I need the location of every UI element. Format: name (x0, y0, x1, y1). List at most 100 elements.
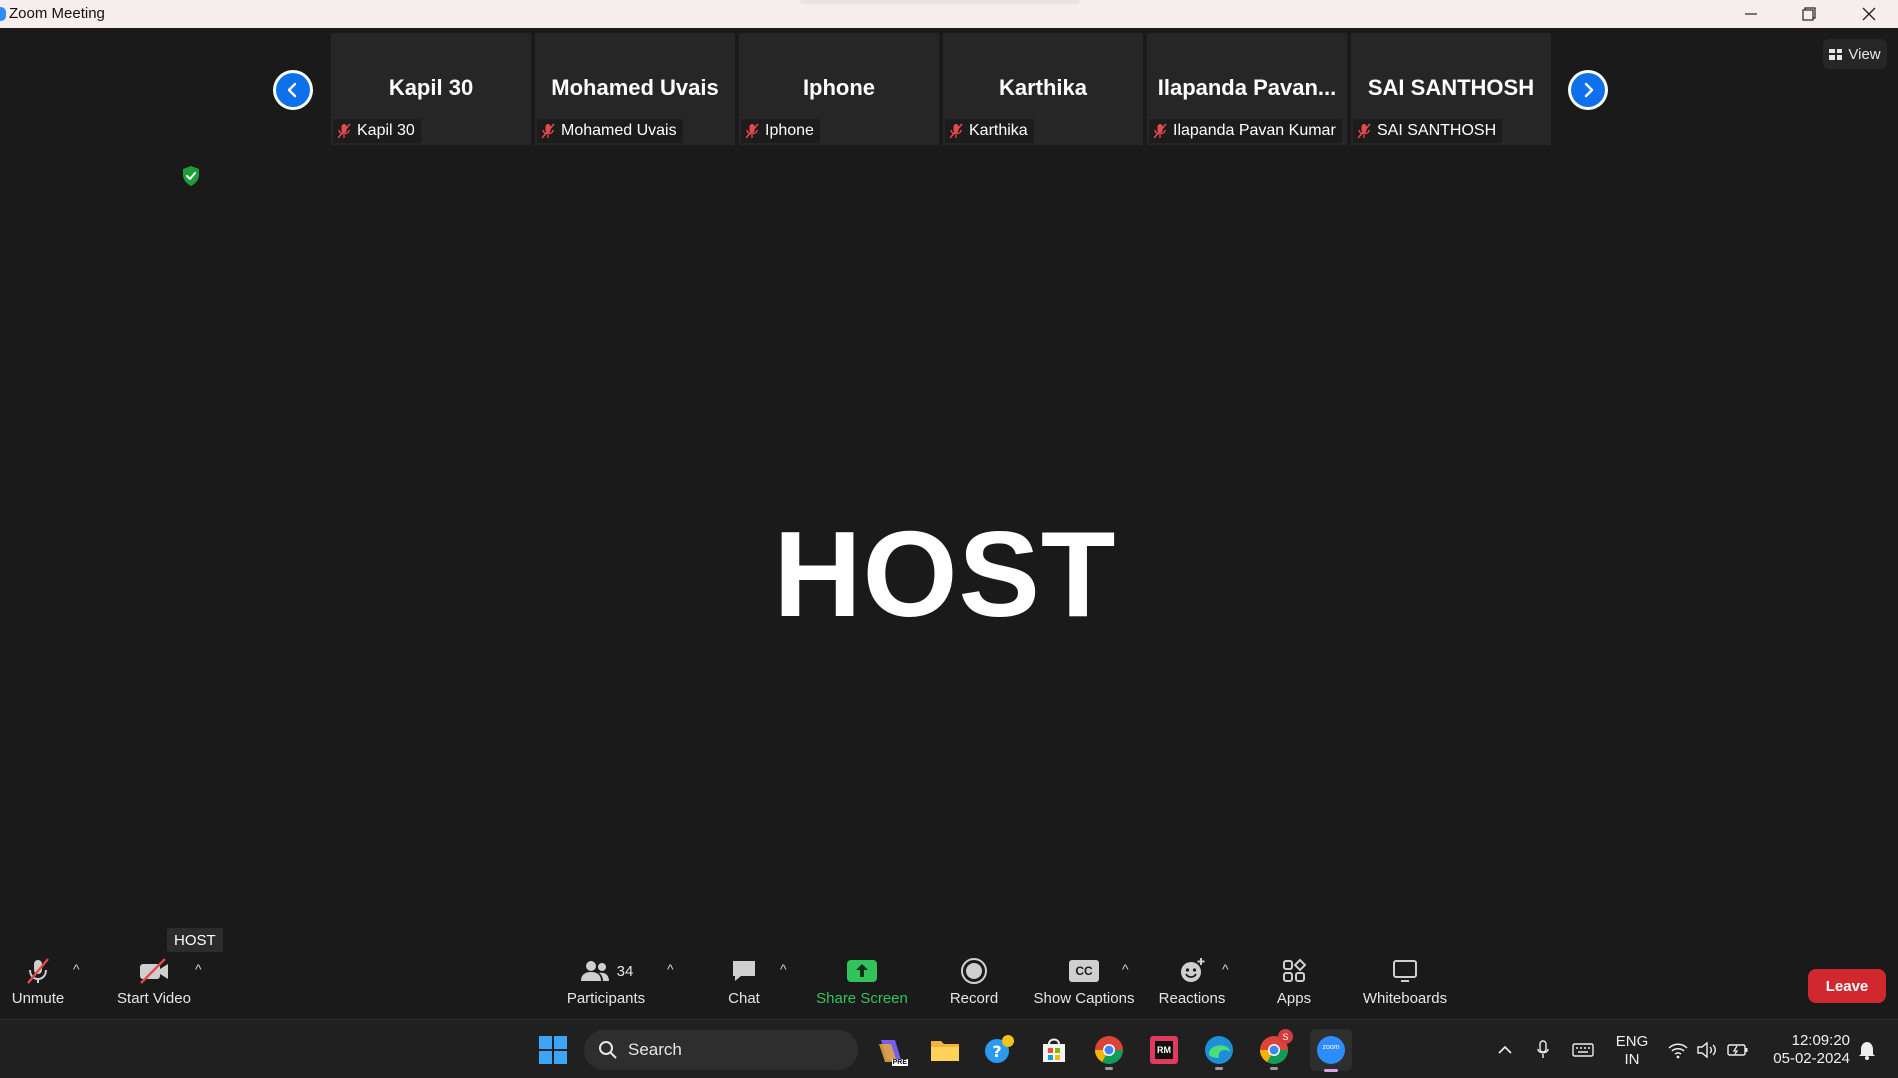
previous-page-button[interactable] (273, 70, 313, 110)
close-icon (1862, 7, 1876, 21)
chrome-icon (1095, 1036, 1123, 1064)
whiteboards-label: Whiteboards (1362, 990, 1448, 1007)
folder-icon (931, 1041, 959, 1061)
store-icon (1043, 1038, 1065, 1062)
participant-display-name: Kapil 30 (388, 75, 474, 100)
edge-taskbar-icon[interactable] (1200, 1031, 1238, 1070)
record-button[interactable]: Record (944, 953, 1004, 1019)
start-button[interactable] (534, 1031, 572, 1069)
search-placeholder: Search (628, 1040, 682, 1059)
whiteboards-button[interactable]: Whiteboards (1356, 953, 1454, 1019)
participant-label-text: Ilapanda Pavan Kumar (1173, 122, 1336, 139)
participant-count: 34 (616, 962, 634, 980)
chat-bubble-icon (733, 961, 755, 981)
notifications-button[interactable] (1856, 1039, 1878, 1061)
battery-charging-icon (1727, 1044, 1748, 1056)
encryption-shield-icon[interactable] (181, 165, 201, 187)
participant-display-name: SAI SANTHOSH (1367, 75, 1535, 100)
leave-button[interactable]: Leave (1808, 969, 1886, 1003)
muted-microphone-icon (1357, 123, 1371, 139)
captions-options-caret[interactable]: ^ (1122, 961, 1129, 977)
get-help-taskbar-icon[interactable]: ? (980, 1031, 1018, 1069)
participants-options-caret[interactable]: ^ (667, 961, 674, 977)
participant-label-text: Kapil 30 (357, 122, 415, 139)
participant-tile[interactable]: SAI SANTHOSH SAI SANTHOSH (1351, 33, 1551, 145)
minimize-button[interactable] (1722, 0, 1780, 28)
start-video-button[interactable]: Start Video (114, 953, 194, 1019)
clock-time: 12:09:20 (1791, 1032, 1850, 1049)
participant-tile[interactable]: Ilapanda Pavan... Ilapanda Pavan Kumar (1147, 33, 1347, 145)
taskbar-search[interactable]: Search (584, 1030, 858, 1070)
svg-text:?: ? (992, 1042, 1001, 1061)
zoom-taskbar-icon[interactable]: zoom (1310, 1029, 1352, 1072)
view-button[interactable]: View (1823, 39, 1887, 69)
chevron-left-icon (287, 82, 297, 98)
input-language-indicator[interactable]: ENG IN (1612, 1033, 1652, 1069)
share-screen-button[interactable]: Share Screen (812, 953, 912, 1019)
close-button[interactable] (1840, 0, 1898, 28)
meeting-stage: View Kapil 30 Kapil 30 Mohamed Uvais Mohame… (0, 28, 1898, 953)
participant-label-text: SAI SANTHOSH (1377, 122, 1497, 139)
rubymine-taskbar-icon[interactable]: RM (1145, 1031, 1183, 1069)
view-button-label: View (1848, 45, 1881, 63)
active-speaker-name: HOST (773, 506, 1117, 642)
wifi-tray-button[interactable] (1667, 1039, 1689, 1061)
audio-options-caret[interactable]: ^ (73, 961, 80, 977)
restore-button[interactable] (1780, 0, 1838, 28)
microphone-tray-button[interactable] (1532, 1039, 1554, 1061)
participant-name-label: Iphone (741, 119, 820, 143)
touch-keyboard-button[interactable] (1572, 1039, 1594, 1061)
participant-name-label: Mohamed Uvais (537, 119, 683, 143)
clock[interactable]: 12:09:20 05-02-2024 (1764, 1032, 1850, 1068)
participant-tile[interactable]: Iphone Iphone (739, 33, 939, 145)
window-title: Zoom Meeting (9, 5, 105, 22)
participants-button[interactable]: 34 Participants (563, 953, 649, 1019)
video-options-caret[interactable]: ^ (195, 961, 202, 977)
apps-button[interactable]: Apps (1264, 953, 1324, 1019)
participants-icon (580, 961, 609, 981)
window-titlebar: Zoom Meeting (0, 0, 1898, 28)
unmute-button[interactable]: Unmute (8, 953, 68, 1019)
rubymine-badge: RM (1157, 1045, 1171, 1055)
share-screen-icon (847, 960, 877, 982)
chevron-right-icon (1584, 82, 1594, 98)
file-explorer-taskbar-icon[interactable] (926, 1031, 964, 1069)
edge-icon (1205, 1036, 1233, 1064)
microsoft-store-taskbar-icon[interactable] (1035, 1031, 1073, 1069)
chat-options-caret[interactable]: ^ (780, 961, 787, 977)
clock-date: 05-02-2024 (1773, 1050, 1850, 1067)
chat-button[interactable]: Chat (714, 953, 774, 1019)
participant-name-label: Ilapanda Pavan Kumar (1149, 119, 1342, 143)
wifi-icon (1668, 1043, 1688, 1059)
show-captions-label: Show Captions (1033, 990, 1135, 1007)
whiteboard-icon (1393, 960, 1417, 982)
participant-name-label: SAI SANTHOSH (1353, 119, 1503, 143)
speaker-icon (1697, 1041, 1716, 1059)
language-code: ENG (1615, 1033, 1649, 1050)
participant-tile[interactable]: Mohamed Uvais Mohamed Uvais (535, 33, 735, 145)
chrome-taskbar-icon[interactable] (1090, 1031, 1128, 1070)
chrome-profile-badge: S (1278, 1029, 1293, 1044)
muted-microphone-icon (541, 123, 555, 139)
captions-cc-icon: CC (1069, 960, 1099, 982)
muted-microphone-icon (745, 123, 759, 139)
unmute-label: Unmute (11, 990, 65, 1007)
share-screen-label: Share Screen (816, 990, 908, 1007)
show-hidden-icons-button[interactable] (1494, 1039, 1516, 1061)
record-icon (961, 958, 987, 984)
start-video-label: Start Video (117, 990, 191, 1007)
battery-tray-button[interactable] (1727, 1039, 1749, 1061)
grid-view-icon (1829, 48, 1843, 60)
participant-tile[interactable]: Kapil 30 Kapil 30 (331, 33, 531, 145)
windows-logo-icon (539, 1036, 567, 1064)
next-page-button[interactable] (1568, 70, 1608, 110)
participant-label-text: Iphone (765, 122, 814, 139)
volume-tray-button[interactable] (1696, 1039, 1718, 1061)
participants-label: Participants (566, 990, 646, 1007)
reactions-label: Reactions (1158, 990, 1226, 1007)
copilot-taskbar-icon[interactable]: PRE (872, 1031, 910, 1069)
participant-tile[interactable]: Karthika Karthika (943, 33, 1143, 145)
chrome-profile-taskbar-icon[interactable]: S (1255, 1029, 1293, 1070)
reactions-options-caret[interactable]: ^ (1222, 961, 1229, 977)
reactions-button[interactable]: Reactions (1152, 953, 1232, 1019)
